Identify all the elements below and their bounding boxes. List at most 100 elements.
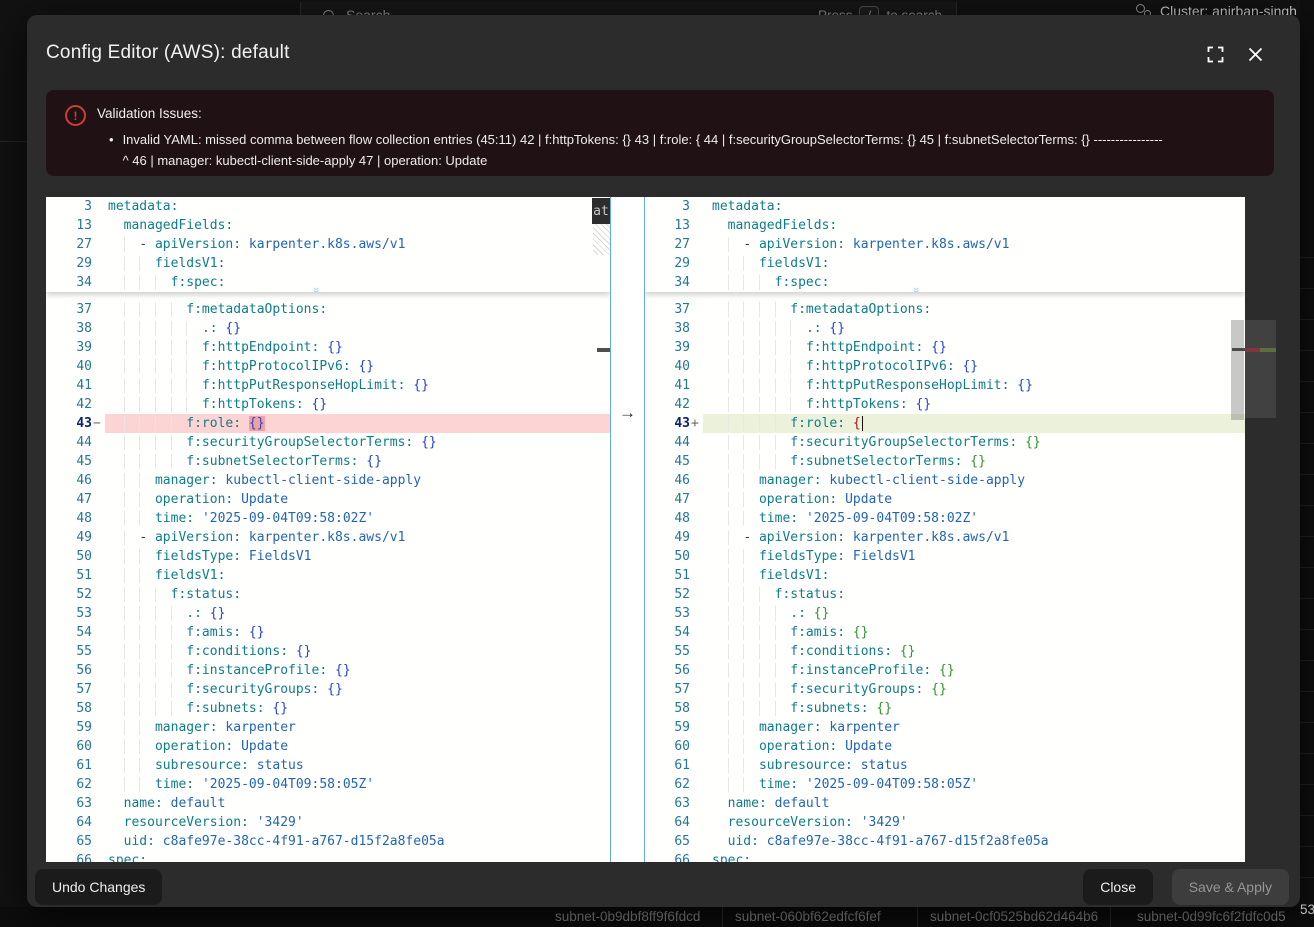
- code-line-left-45[interactable]: 45 f:subnetSelectorTerms: {}: [46, 452, 610, 471]
- line-number: 37: [645, 300, 703, 319]
- code-line-right-46[interactable]: 46 manager: kubectl-client-side-apply: [645, 471, 1245, 490]
- code-line-left-13[interactable]: 13 managedFields:: [46, 216, 610, 235]
- diff-pane-modified[interactable]: 37 f:metadataOptions:38 .: {}39 f:httpEn…: [645, 197, 1245, 862]
- code-line-right-66[interactable]: 66spec:: [645, 851, 1245, 862]
- code-line-left-57[interactable]: 57 f:securityGroups: {}: [46, 680, 610, 699]
- code-line-left-37[interactable]: 37 f:metadataOptions:: [46, 300, 610, 319]
- code-line-left-40[interactable]: 40 f:httpProtocolIPv6: {}: [46, 357, 610, 376]
- code-line-right-34[interactable]: 34 f:spec:: [645, 273, 1245, 292]
- code-line-right-58[interactable]: 58 f:subnets: {}: [645, 699, 1245, 718]
- vertical-scrollbar[interactable]: [1231, 320, 1244, 420]
- diff-pane-original[interactable]: 37 f:metadataOptions:38 .: {}39 f:httpEn…: [46, 197, 610, 862]
- diff-sash[interactable]: →: [610, 197, 645, 862]
- code-line-right-37[interactable]: 37 f:metadataOptions:: [645, 300, 1245, 319]
- code-line-right-62[interactable]: 62 time: '2025-09-04T09:58:05Z': [645, 775, 1245, 794]
- line-number: 39: [645, 338, 703, 357]
- sticky-scroll[interactable]: 3metadata:13 managedFields:27 - apiVersi…: [46, 197, 610, 292]
- code-line-right-53[interactable]: 53 .: {}: [645, 604, 1245, 623]
- line-number: 61: [46, 756, 105, 775]
- search-shortcut-hint: Press / to search: [818, 6, 942, 16]
- code-line-right-39[interactable]: 39 f:httpEndpoint: {}: [645, 338, 1245, 357]
- code-line-left-63[interactable]: 63 name: default: [46, 794, 610, 813]
- code-line-left-52[interactable]: 52 f:status:: [46, 585, 610, 604]
- code-line-right-13[interactable]: 13 managedFields:: [645, 216, 1245, 235]
- code-line-left-60[interactable]: 60 operation: Update: [46, 737, 610, 756]
- code-line-right-61[interactable]: 61 subresource: status: [645, 756, 1245, 775]
- code-line-left-39[interactable]: 39 f:httpEndpoint: {}: [46, 338, 610, 357]
- code-line-left-65[interactable]: 65 uid: c8afe97e-38cc-4f91-a767-d15f2a8f…: [46, 832, 610, 851]
- code-line-left-48[interactable]: 48 time: '2025-09-04T09:58:02Z': [46, 509, 610, 528]
- line-number: 37: [46, 300, 105, 319]
- cluster-label: Cluster: anirban-singh: [1160, 3, 1297, 15]
- code-line-right-60[interactable]: 60 operation: Update: [645, 737, 1245, 756]
- code-area[interactable]: 37 f:metadataOptions:38 .: {}39 f:httpEn…: [46, 300, 610, 862]
- code-line-right-43[interactable]: 43+ f:role: {: [645, 414, 1245, 433]
- code-line-right-48[interactable]: 48 time: '2025-09-04T09:58:02Z': [645, 509, 1245, 528]
- line-number: 48: [645, 509, 703, 528]
- diff-overview-ruler[interactable]: [1245, 197, 1276, 862]
- code-line-left-41[interactable]: 41 f:httpPutResponseHopLimit: {}: [46, 376, 610, 395]
- code-line-right-55[interactable]: 55 f:conditions: {}: [645, 642, 1245, 661]
- code-line-left-56[interactable]: 56 f:instanceProfile: {}: [46, 661, 610, 680]
- code-line-left-34[interactable]: 34 f:spec:: [46, 273, 610, 292]
- code-line-left-55[interactable]: 55 f:conditions: {}: [46, 642, 610, 661]
- cluster-selector[interactable]: Cluster: anirban-singh: [1136, 3, 1297, 15]
- code-line-right-47[interactable]: 47 operation: Update: [645, 490, 1245, 509]
- code-line-left-43[interactable]: 43− f:role: {}: [46, 414, 610, 433]
- code-line-left-53[interactable]: 53 .: {}: [46, 604, 610, 623]
- code-line-left-58[interactable]: 58 f:subnets: {}: [46, 699, 610, 718]
- code-line-right-40[interactable]: 40 f:httpProtocolIPv6: {}: [645, 357, 1245, 376]
- code-line-right-49[interactable]: 49 - apiVersion: karpenter.k8s.aws/v1: [645, 528, 1245, 547]
- code-line-left-27[interactable]: 27 - apiVersion: karpenter.k8s.aws/v1: [46, 235, 610, 254]
- code-line-left-50[interactable]: 50 fieldsType: FieldsV1: [46, 547, 610, 566]
- code-line-left-51[interactable]: 51 fieldsV1:: [46, 566, 610, 585]
- code-line-right-65[interactable]: 65 uid: c8afe97e-38cc-4f91-a767-d15f2a8f…: [645, 832, 1245, 851]
- code-line-right-29[interactable]: 29 fieldsV1:: [645, 254, 1245, 273]
- code-line-right-59[interactable]: 59 manager: karpenter: [645, 718, 1245, 737]
- revert-arrow-icon[interactable]: →: [611, 403, 644, 423]
- code-line-left-62[interactable]: 62 time: '2025-09-04T09:58:05Z': [46, 775, 610, 794]
- code-line-right-57[interactable]: 57 f:securityGroups: {}: [645, 680, 1245, 699]
- overview-mark-left: [597, 348, 610, 352]
- code-line-left-29[interactable]: 29 fieldsV1:: [46, 254, 610, 273]
- undo-changes-button[interactable]: Undo Changes: [35, 869, 162, 905]
- code-line-right-41[interactable]: 41 f:httpPutResponseHopLimit: {}: [645, 376, 1245, 395]
- code-line-right-52[interactable]: 52 f:status:: [645, 585, 1245, 604]
- line-number: 65: [46, 832, 105, 851]
- code-line-left-66[interactable]: 66spec:: [46, 851, 610, 862]
- code-line-right-56[interactable]: 56 f:instanceProfile: {}: [645, 661, 1245, 680]
- code-line-left-42[interactable]: 42 f:httpTokens: {}: [46, 395, 610, 414]
- code-line-right-38[interactable]: 38 .: {}: [645, 319, 1245, 338]
- code-line-right-27[interactable]: 27 - apiVersion: karpenter.k8s.aws/v1: [645, 235, 1245, 254]
- code-line-right-45[interactable]: 45 f:subnetSelectorTerms: {}: [645, 452, 1245, 471]
- global-search[interactable]: Search Press / to search: [300, 2, 957, 15]
- fullscreen-icon[interactable]: [1204, 43, 1226, 65]
- code-line-right-44[interactable]: 44 f:securityGroupSelectorTerms: {}: [645, 433, 1245, 452]
- code-area[interactable]: 37 f:metadataOptions:38 .: {}39 f:httpEn…: [645, 300, 1245, 862]
- code-line-left-38[interactable]: 38 .: {}: [46, 319, 610, 338]
- close-icon[interactable]: [1244, 43, 1266, 65]
- fold-chevron-icon[interactable]: »: [910, 287, 922, 291]
- code-line-right-63[interactable]: 63 name: default: [645, 794, 1245, 813]
- search-input[interactable]: Search: [346, 7, 390, 15]
- code-line-left-47[interactable]: 47 operation: Update: [46, 490, 610, 509]
- fold-chevron-icon[interactable]: »: [310, 287, 322, 291]
- code-line-left-44[interactable]: 44 f:securityGroupSelectorTerms: {}: [46, 433, 610, 452]
- code-line-left-3[interactable]: 3metadata:: [46, 197, 610, 216]
- code-line-right-54[interactable]: 54 f:amis: {}: [645, 623, 1245, 642]
- code-line-right-42[interactable]: 42 f:httpTokens: {}: [645, 395, 1245, 414]
- code-line-left-64[interactable]: 64 resourceVersion: '3429': [46, 813, 610, 832]
- code-line-left-49[interactable]: 49 - apiVersion: karpenter.k8s.aws/v1: [46, 528, 610, 547]
- background-table-row: subnet-0b9dbf8ff9f6fdcd subnet-060bf62ed…: [0, 907, 1314, 927]
- code-line-left-61[interactable]: 61 subresource: status: [46, 756, 610, 775]
- overview-ruler-thumb[interactable]: [1245, 320, 1276, 418]
- sticky-scroll[interactable]: 3metadata:13 managedFields:27 - apiVersi…: [645, 197, 1245, 292]
- close-button[interactable]: Close: [1083, 869, 1153, 905]
- code-line-right-3[interactable]: 3metadata:: [645, 197, 1245, 216]
- code-line-left-54[interactable]: 54 f:amis: {}: [46, 623, 610, 642]
- code-line-right-51[interactable]: 51 fieldsV1:: [645, 566, 1245, 585]
- code-line-right-50[interactable]: 50 fieldsType: FieldsV1: [645, 547, 1245, 566]
- code-line-left-59[interactable]: 59 manager: karpenter: [46, 718, 610, 737]
- code-line-right-64[interactable]: 64 resourceVersion: '3429': [645, 813, 1245, 832]
- code-line-left-46[interactable]: 46 manager: kubectl-client-side-apply: [46, 471, 610, 490]
